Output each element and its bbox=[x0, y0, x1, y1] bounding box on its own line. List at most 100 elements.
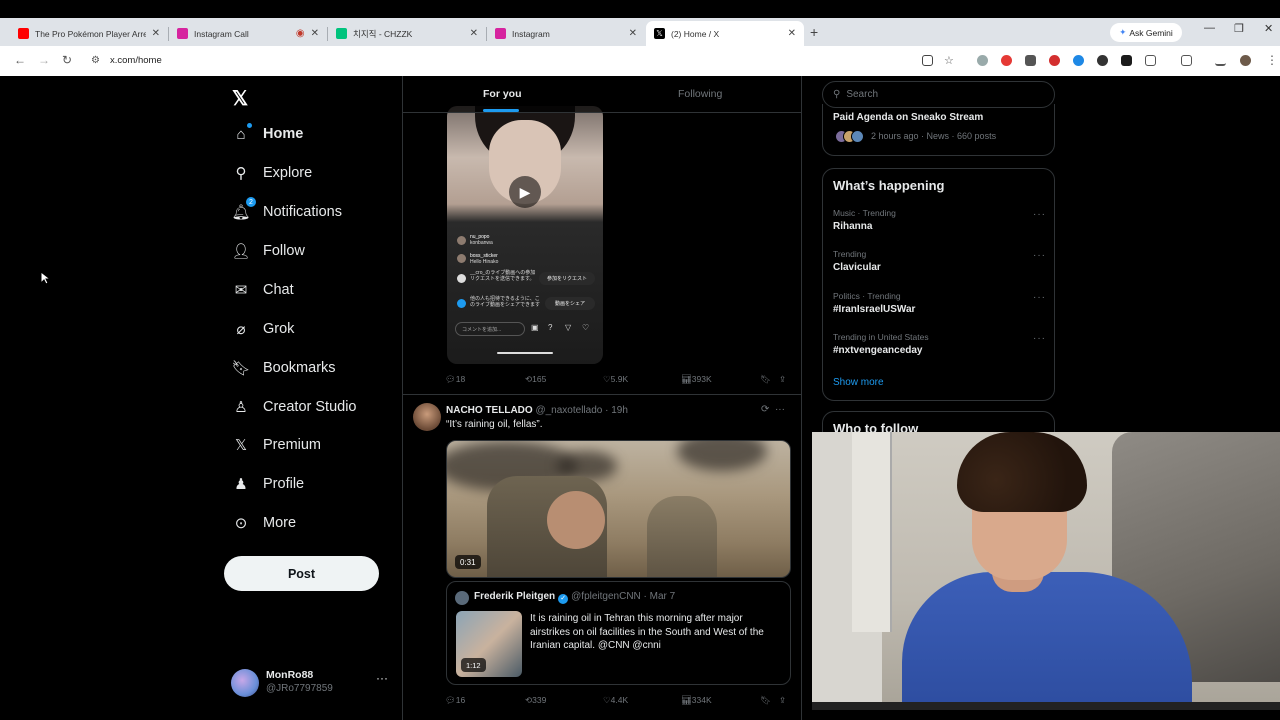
nav-home[interactable]: ⌂ Home bbox=[232, 121, 303, 147]
x-icon: 𝕏 bbox=[234, 437, 248, 454]
quote-video-thumbnail[interactable]: 1:12 bbox=[456, 611, 522, 677]
url-field[interactable]: x.com/home bbox=[110, 55, 162, 66]
share-icon[interactable]: ⇪ bbox=[779, 695, 786, 706]
camera-icon[interactable]: ▣ bbox=[531, 323, 539, 332]
reload-icon[interactable]: ↻ bbox=[62, 53, 72, 67]
post-button[interactable]: Post bbox=[224, 556, 379, 591]
back-icon[interactable]: ← bbox=[14, 53, 26, 67]
trend-name: Clavicular bbox=[833, 262, 881, 273]
reply-button[interactable]: 💬︎ 18 bbox=[445, 374, 465, 385]
forward-icon[interactable]: → bbox=[38, 53, 50, 67]
profile-avatar-icon[interactable] bbox=[1240, 55, 1251, 66]
heart-icon[interactable]: ♡ bbox=[582, 323, 589, 332]
nav-chat[interactable]: ✉ Chat bbox=[232, 277, 294, 303]
trend-item[interactable]: Trending Clavicular ··· bbox=[833, 249, 1048, 281]
close-tab-icon[interactable]: ✕ bbox=[788, 28, 796, 39]
question-icon[interactable]: ? bbox=[548, 323, 552, 332]
comment-input[interactable]: コメントを追加... bbox=[455, 322, 525, 336]
close-tab-icon[interactable]: ✕ bbox=[152, 28, 160, 39]
nav-grok[interactable]: ⌀ Grok bbox=[232, 316, 294, 342]
search-input[interactable]: ⚲ Search bbox=[822, 81, 1055, 108]
browser-tab-x-home[interactable]: 𝕏 (2) Home / X ✕ bbox=[646, 21, 804, 46]
kick-icon[interactable] bbox=[1121, 55, 1132, 66]
nav-bookmarks[interactable]: 🔖︎ Bookmarks bbox=[231, 355, 335, 381]
share-icon[interactable]: ⇪ bbox=[779, 374, 786, 385]
more-dots-icon[interactable]: ··· bbox=[1033, 209, 1046, 220]
nav-follow[interactable]: 👤︎ Follow bbox=[231, 238, 304, 264]
extension-icon[interactable] bbox=[1073, 55, 1084, 66]
browser-tab-youtube[interactable]: The Pro Pokémon Player Arrest ✕ bbox=[10, 21, 168, 46]
nav-more[interactable]: ⊙ More bbox=[232, 510, 296, 536]
nav-notifications[interactable]: 🔔︎ 2 Notifications bbox=[231, 197, 342, 225]
quote-tweet[interactable]: Frederik Pleitgen ✓ @fpleitgenCNN · Mar 7 … bbox=[446, 581, 791, 685]
show-more-link[interactable]: Show more bbox=[833, 377, 884, 388]
tab-title: (2) Home / X bbox=[671, 28, 720, 39]
account-switcher[interactable]: MonRo88 @JRo7797859 ··· bbox=[231, 667, 391, 699]
author-handle-time[interactable]: @_naxotellado · 19h bbox=[535, 405, 627, 416]
bookmark-star-icon[interactable]: ☆ bbox=[944, 54, 954, 67]
nav-label: Creator Studio bbox=[263, 399, 357, 415]
close-window-icon[interactable]: ✕ bbox=[1264, 22, 1273, 35]
share-video-button[interactable]: 動画をシェア bbox=[545, 297, 595, 310]
minimize-icon[interactable]: — bbox=[1204, 22, 1215, 34]
x-logo-icon[interactable]: 𝕏 bbox=[232, 86, 248, 111]
bookmark-icon[interactable]: 🔖︎ bbox=[760, 374, 771, 385]
grok-icon[interactable]: ⟳ bbox=[761, 404, 769, 415]
extension-icon[interactable] bbox=[1049, 55, 1060, 66]
new-tab-button[interactable]: + bbox=[810, 24, 818, 40]
trend-item[interactable]: Music · Trending Rihanna ··· bbox=[833, 208, 1048, 240]
browser-tab-instagram[interactable]: Instagram ✕ bbox=[487, 21, 645, 46]
like-button[interactable]: ♡ 4.4K bbox=[603, 695, 628, 706]
tab-for-you[interactable]: For you bbox=[483, 88, 522, 100]
more-dots-icon[interactable]: ··· bbox=[1033, 250, 1046, 261]
avatar[interactable] bbox=[413, 403, 441, 431]
repost-button[interactable]: ⟲ 339 bbox=[525, 695, 546, 706]
adblock-icon[interactable] bbox=[1001, 55, 1012, 66]
close-tab-icon[interactable]: ✕ bbox=[470, 28, 478, 39]
tweet-video[interactable]: 0:31 bbox=[446, 440, 791, 578]
quote-text: It is raining oil in Tehran this morning… bbox=[530, 613, 764, 651]
more-dots-icon[interactable]: ··· bbox=[775, 404, 785, 415]
send-icon[interactable]: ▽ bbox=[565, 323, 571, 332]
request-join-button[interactable]: 参加をリクエスト bbox=[539, 272, 595, 285]
more-dots-icon[interactable]: ··· bbox=[1033, 292, 1046, 303]
tweet-video[interactable]: ▶ nu_popo konbanwa boss_sticker Hello Hina… bbox=[447, 106, 603, 364]
media-icon[interactable] bbox=[1215, 55, 1226, 66]
extension-icon[interactable] bbox=[977, 55, 988, 66]
live-notice: 他の人も招待できるように、このライブ動画をシェアできます bbox=[470, 296, 541, 309]
menu-kebab-icon[interactable]: ⋮ bbox=[1266, 53, 1278, 67]
bookmark-icon[interactable]: 🔖︎ bbox=[760, 695, 771, 706]
browser-tab-instagram-call[interactable]: Instagram Call ◉ ✕ bbox=[169, 21, 327, 46]
site-info-icon[interactable]: ⚙ bbox=[91, 55, 100, 66]
cast-icon[interactable] bbox=[1181, 55, 1192, 66]
install-app-icon[interactable] bbox=[922, 55, 933, 66]
puzzle-icon[interactable] bbox=[1145, 55, 1156, 66]
close-tab-icon[interactable]: ✕ bbox=[629, 28, 637, 39]
trend-item[interactable]: Politics · Trending #IranIsraelUSWar ··· bbox=[833, 291, 1048, 323]
repost-button[interactable]: ⟲ 165 bbox=[525, 374, 546, 385]
nav-creator-studio[interactable]: ♙ Creator Studio bbox=[232, 394, 357, 420]
ask-gemini-button[interactable]: ✦ Ask Gemini bbox=[1110, 23, 1182, 42]
reply-button[interactable]: 💬︎ 16 bbox=[445, 695, 465, 706]
verified-icon: ✓ bbox=[558, 594, 569, 604]
shield-icon[interactable] bbox=[1097, 55, 1108, 66]
live-event-card[interactable]: Paid Agenda on Sneako Stream 2 hours ago… bbox=[822, 104, 1055, 156]
whats-happening-panel: What’s happening Music · Trending Rihann… bbox=[822, 168, 1055, 401]
views-button[interactable]: 📊︎ 393K bbox=[681, 374, 712, 385]
like-button[interactable]: ♡ 5.9K bbox=[603, 374, 628, 385]
browser-tab-chzzk[interactable]: 치지직 - CHZZK ✕ bbox=[328, 21, 486, 46]
views-button[interactable]: 📊︎ 334K bbox=[681, 695, 712, 706]
play-icon[interactable]: ▶ bbox=[509, 176, 541, 208]
author-name[interactable]: NACHO TELLADO bbox=[446, 405, 533, 416]
restore-icon[interactable]: ❐ bbox=[1234, 22, 1244, 35]
tab-following[interactable]: Following bbox=[678, 88, 722, 100]
more-dots-icon[interactable]: ··· bbox=[376, 671, 388, 685]
instagram-icon bbox=[495, 28, 506, 39]
trend-item[interactable]: Trending in United States #nxtvengeanced… bbox=[833, 332, 1048, 364]
extension-icon[interactable] bbox=[1025, 55, 1036, 66]
more-dots-icon[interactable]: ··· bbox=[1033, 333, 1046, 344]
nav-profile[interactable]: ♟ Profile bbox=[232, 471, 304, 497]
close-tab-icon[interactable]: ✕ bbox=[311, 28, 319, 39]
nav-premium[interactable]: 𝕏 Premium bbox=[232, 432, 321, 458]
nav-explore[interactable]: ⚲ Explore bbox=[232, 160, 313, 186]
